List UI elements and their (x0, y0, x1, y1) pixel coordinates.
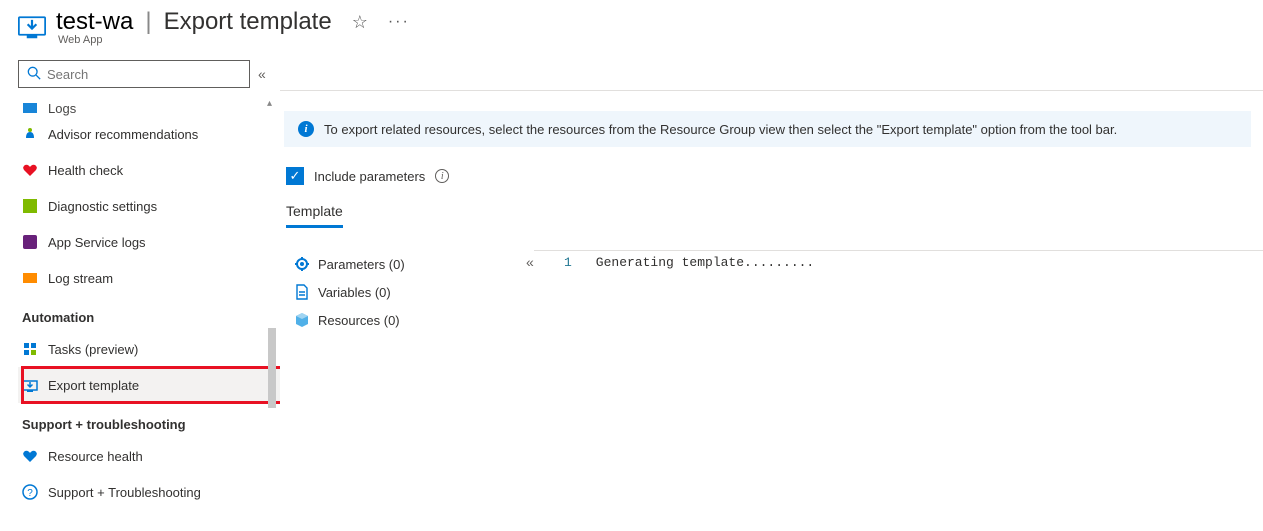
sidebar-item-appservice-logs[interactable]: App Service logs (18, 224, 280, 260)
nav-label: Logs (48, 101, 76, 116)
code-editor[interactable]: 1 Generating template......... (534, 250, 1263, 334)
help-info-icon[interactable]: i (435, 169, 449, 183)
tab-template[interactable]: Template (286, 203, 343, 228)
resources-icon (294, 312, 310, 328)
search-input[interactable] (47, 67, 241, 82)
tree-item-variables[interactable]: Variables (0) (294, 278, 526, 306)
nav-label: Diagnostic settings (48, 199, 157, 214)
parameters-icon (294, 256, 310, 272)
line-number: 1 (534, 251, 584, 334)
sidebar-scrollbar[interactable]: ▴ (268, 98, 276, 518)
nav-label: Advisor recommendations (48, 127, 198, 142)
include-parameters-checkbox[interactable]: ✓ (286, 167, 304, 185)
svg-text:?: ? (27, 488, 33, 499)
diagnostic-icon (22, 198, 38, 214)
scroll-thumb[interactable] (268, 328, 276, 408)
health-icon (22, 162, 38, 178)
template-tree: Parameters (0) Variables (0) Resources (… (280, 250, 526, 334)
search-icon (27, 66, 41, 83)
nav-label: Resource health (48, 449, 143, 464)
sidebar-item-resource-health[interactable]: Resource health (18, 438, 280, 474)
sidebar-item-health[interactable]: Health check (18, 152, 280, 188)
logs-icon (22, 100, 38, 116)
support-icon: ? (22, 484, 38, 500)
sidebar-item-export-template[interactable]: Export template (18, 367, 280, 403)
main-content: i To export related resources, select th… (280, 52, 1263, 527)
resource-health-icon (22, 448, 38, 464)
sidebar-item-logs[interactable]: Logs (18, 98, 280, 116)
sidebar-item-diagnostic[interactable]: Diagnostic settings (18, 188, 280, 224)
nav-label: Log stream (48, 271, 113, 286)
sidebar-item-advisor[interactable]: Advisor recommendations (18, 116, 280, 152)
variables-icon (294, 284, 310, 300)
checkbox-label: Include parameters (314, 169, 425, 184)
nav-label: Tasks (preview) (48, 342, 138, 357)
appservice-logs-icon (22, 234, 38, 250)
code-line: Generating template......... (584, 251, 814, 334)
scroll-up-icon[interactable]: ▴ (267, 98, 272, 109)
nav-label: Export template (48, 378, 139, 393)
section-support: Support + troubleshooting (18, 403, 280, 438)
sidebar-item-logstream[interactable]: Log stream (18, 260, 280, 296)
resource-name: test-wa (56, 8, 133, 36)
info-icon: i (298, 121, 314, 137)
info-banner: i To export related resources, select th… (284, 111, 1251, 147)
tree-label: Variables (0) (318, 285, 391, 300)
tree-label: Resources (0) (318, 313, 400, 328)
page-header: test-wa | Export template ☆ ··· Web App (0, 0, 1263, 52)
tree-label: Parameters (0) (318, 257, 405, 272)
collapse-tree-icon[interactable]: « (526, 254, 534, 334)
sidebar-item-tasks[interactable]: Tasks (preview) (18, 331, 280, 367)
title-divider: | (145, 8, 151, 36)
sidebar-item-support[interactable]: ? Support + Troubleshooting (18, 474, 280, 510)
webapp-icon (18, 12, 46, 40)
sidebar: « Logs Advisor recommendations Health ch… (0, 52, 280, 527)
nav-label: Support + Troubleshooting (48, 485, 201, 500)
nav-scroll: Logs Advisor recommendations Health chec… (18, 98, 280, 518)
page-title: Export template (164, 8, 332, 36)
nav-label: Health check (48, 163, 123, 178)
collapse-sidebar-icon[interactable]: « (258, 66, 266, 82)
more-actions-icon[interactable]: ··· (388, 13, 410, 31)
export-template-icon (22, 377, 38, 393)
advisor-icon (22, 126, 38, 142)
nav-label: App Service logs (48, 235, 146, 250)
search-box[interactable] (18, 60, 250, 88)
tree-item-parameters[interactable]: Parameters (0) (294, 250, 526, 278)
tree-item-resources[interactable]: Resources (0) (294, 306, 526, 334)
tasks-icon (22, 341, 38, 357)
resource-type: Web App (58, 34, 410, 46)
logstream-icon (22, 270, 38, 286)
favorite-star-icon[interactable]: ☆ (352, 12, 368, 33)
section-automation: Automation (18, 296, 280, 331)
info-text: To export related resources, select the … (324, 122, 1117, 137)
